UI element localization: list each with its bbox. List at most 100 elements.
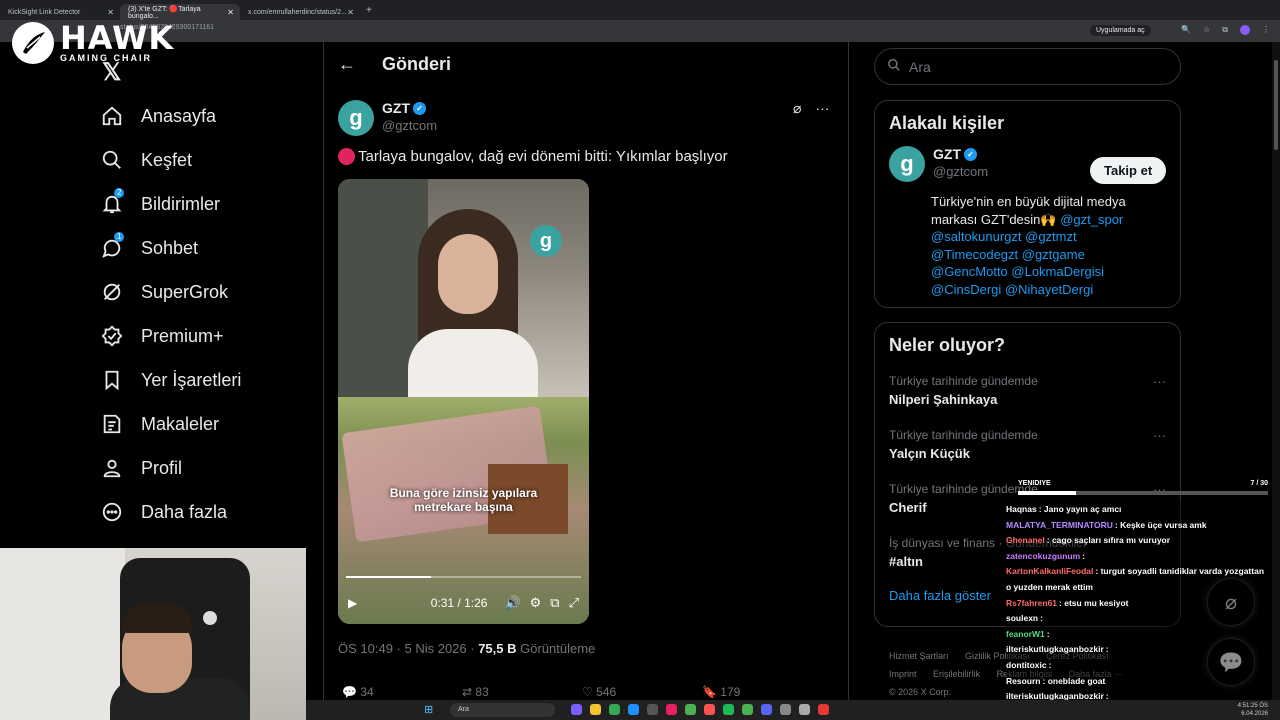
follow-button[interactable]: Takip et <box>1090 157 1167 184</box>
chat-message: zatencokuzgunum: <box>1006 548 1268 565</box>
app-icon[interactable] <box>571 704 582 715</box>
nav-item-supergrok[interactable]: SuperGrok <box>100 270 320 314</box>
goal-progress-fill <box>1018 491 1076 495</box>
app-icon[interactable] <box>666 704 677 715</box>
spotify-icon[interactable] <box>723 704 734 715</box>
settings-gear-icon[interactable]: ⚙ <box>530 595 542 611</box>
bookmark-button[interactable]: 🔖 179 <box>702 685 822 699</box>
close-icon[interactable]: ✕ <box>227 8 234 17</box>
new-tab-icon[interactable]: + <box>366 5 372 16</box>
more-options-icon[interactable]: ··· <box>1153 428 1166 443</box>
repost-button[interactable]: ⇄ 83 <box>462 685 582 699</box>
goal-count: 7 / 30 <box>1250 480 1268 487</box>
chat-message: Rs7fahren61: etsu mu kesiyot <box>1006 595 1268 612</box>
app-icon[interactable] <box>647 704 658 715</box>
nav-item-more[interactable]: Daha fazla <box>100 490 320 534</box>
chat-separator: : <box>1040 613 1043 624</box>
windows-start-icon[interactable]: ⊞ <box>424 703 433 716</box>
app-icon[interactable] <box>685 704 696 715</box>
column-divider <box>323 42 324 702</box>
nav-item-premium[interactable]: Premium+ <box>100 314 320 358</box>
post-views-count: 75,5 B <box>478 641 517 656</box>
post-timestamp[interactable]: ÖS 10:49 · 5 Nis 2026 · <box>338 641 478 656</box>
chat-username: KartonKalkanliFeodal <box>1006 566 1094 577</box>
play-icon[interactable]: ▶ <box>348 596 357 610</box>
reply-button[interactable]: 💬 34 <box>342 685 462 699</box>
nav-item-bookmarks[interactable]: Yer İşaretleri <box>100 358 320 402</box>
post-author[interactable]: g GZT ✓ @gztcom <box>338 100 437 136</box>
trend-item[interactable]: Türkiye tarihinde gündemde Nilperi Şahin… <box>875 368 1180 422</box>
video-time: 0:31 / 1:26 <box>430 596 488 610</box>
volume-icon[interactable]: 🔊 <box>504 595 520 611</box>
app-icon[interactable] <box>628 704 639 715</box>
browser-tab-1[interactable]: KickSight Link Detector ✕ <box>0 4 120 20</box>
nav-item-profile[interactable]: Profil <box>100 446 320 490</box>
clock-date: 6.04.2026 <box>1241 711 1268 717</box>
profile-avatar[interactable] <box>1240 25 1250 35</box>
chat-message: Resourn: oneblade goat <box>1006 673 1268 690</box>
footer-link[interactable]: Imprint <box>889 669 917 679</box>
more-options-icon[interactable]: ··· <box>1153 374 1166 389</box>
nav-item-chat[interactable]: 1 Sohbet <box>100 226 320 270</box>
nav-item-notifications[interactable]: 2 Bildirimler <box>100 182 320 226</box>
chat-username: zatencokuzgunum <box>1006 550 1081 561</box>
picture-in-picture-icon[interactable]: ⧉ <box>550 595 559 611</box>
extensions-icon[interactable]: ⧉ <box>1222 25 1228 35</box>
chat-username: ilteriskutlugkaganbozkir <box>1006 644 1104 655</box>
nav-item-articles[interactable]: Makaleler <box>100 402 320 446</box>
bookmark-count: 179 <box>720 685 741 699</box>
trend-item[interactable]: Türkiye tarihinde gündemde Yalçın Küçük … <box>875 422 1180 476</box>
trend-category: Türkiye tarihinde gündemde <box>889 428 1038 442</box>
app-icon[interactable] <box>818 704 829 715</box>
nav-item-home[interactable]: Anasayfa <box>100 94 320 138</box>
x-logo-icon[interactable]: 𝕏 <box>102 58 121 87</box>
more-options-icon[interactable]: ··· <box>815 100 829 117</box>
author-name[interactable]: GZT ✓ <box>382 100 437 116</box>
app-icon[interactable] <box>742 704 753 715</box>
zoom-icon[interactable]: 🔍 <box>1181 25 1191 35</box>
menu-icon[interactable]: ⋮ <box>1262 25 1270 35</box>
nav-item-explore[interactable]: Keşfet <box>100 138 320 182</box>
close-icon[interactable]: ✕ <box>107 8 114 17</box>
back-arrow-icon[interactable]: ← <box>338 54 356 75</box>
app-icon[interactable] <box>799 704 810 715</box>
chrome-icon[interactable] <box>609 704 620 715</box>
open-in-app-button[interactable]: Uygulamada aç <box>1090 25 1151 36</box>
app-icon[interactable] <box>780 704 791 715</box>
chat-message: dontitoxic: <box>1006 657 1268 674</box>
video-presenter-sweater <box>408 329 538 399</box>
chat-message: ilteriskutlugkaganbozkir: <box>1006 642 1268 658</box>
search-input[interactable]: Ara <box>874 48 1181 85</box>
related-user-avatar[interactable]: g <box>889 146 925 182</box>
browser-tab-2[interactable]: (3) X'te GZT: 🔴Tarlaya bungalo... ✕ <box>120 4 240 20</box>
webcam-overlay <box>0 548 306 720</box>
video-caption-line: Buna göre izinsiz yapılara <box>389 486 538 500</box>
author-avatar[interactable]: g <box>338 100 374 136</box>
bookmark-star-icon[interactable]: ☆ <box>1203 25 1210 35</box>
browser-tab-strip: KickSight Link Detector ✕ (3) X'te GZT: 🔴… <box>0 0 1280 20</box>
video-caption-line: metrekare başına <box>414 500 513 514</box>
close-icon[interactable]: ✕ <box>347 8 354 17</box>
related-user-name[interactable]: GZT ✓ <box>933 146 988 162</box>
stream-goal-bar: YENIDIYE 7 / 30 <box>1018 480 1268 495</box>
grok-icon[interactable]: ⌀ <box>793 100 801 117</box>
discord-icon[interactable] <box>761 704 772 715</box>
video-presenter-face <box>438 234 498 314</box>
nav-label: Premium+ <box>141 325 224 346</box>
taskbar-clock[interactable]: 4:51:25 ÖS 6.04.2026 <box>1238 702 1268 718</box>
app-icon[interactable] <box>704 704 715 715</box>
video-progress-bar[interactable] <box>346 576 581 578</box>
taskbar-search[interactable]: Ara <box>450 703 555 717</box>
folder-icon[interactable] <box>590 704 601 715</box>
webcam-chair-logo <box>203 611 217 625</box>
chat-separator: : <box>1082 550 1085 561</box>
chat-separator: : <box>1105 644 1109 655</box>
like-button[interactable]: ♡ 546 <box>582 685 702 699</box>
footer-link[interactable]: Hizmet Şartları <box>889 651 949 661</box>
page-scrollbar[interactable] <box>1272 42 1280 700</box>
video-player[interactable]: g Buna göre izinsiz yapılara metrekare b… <box>338 179 589 624</box>
browser-tab-3[interactable]: x.com/emrullaherdinc/status/2... ✕ <box>240 4 360 20</box>
scrollbar-thumb[interactable] <box>1274 60 1278 150</box>
footer-link[interactable]: Erişilebilirlik <box>933 669 980 679</box>
fullscreen-icon[interactable]: ⤢ <box>569 595 579 611</box>
